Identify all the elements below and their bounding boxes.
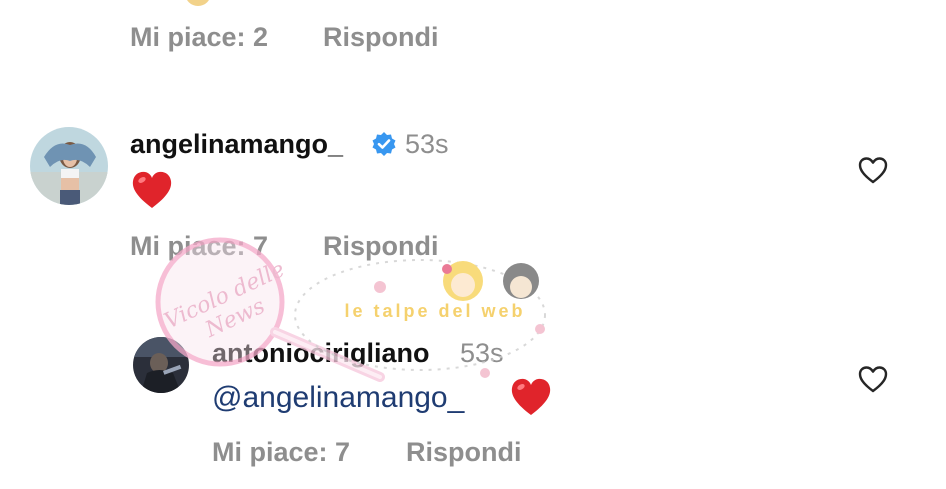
avatar-photo: [30, 127, 108, 205]
reply-button-previous[interactable]: Rispondi: [323, 22, 439, 53]
comment-username[interactable]: angelinamango_: [130, 129, 343, 160]
like-count-comment[interactable]: Mi piace: 7: [130, 231, 268, 262]
reply-button-reply[interactable]: Rispondi: [406, 437, 522, 468]
reply-button-comment[interactable]: Rispondi: [323, 231, 439, 262]
reply-username[interactable]: antoniocirigliano: [212, 338, 430, 369]
avatar-antoniocirigliano[interactable]: [133, 337, 189, 393]
verified-badge-icon: [371, 131, 397, 157]
comment-timestamp: 53s: [405, 129, 449, 159]
clipped-emoji: [185, 0, 211, 6]
red-heart-emoji-icon: [131, 170, 173, 210]
avatar-angelinamango[interactable]: [30, 127, 108, 205]
like-count-previous[interactable]: Mi piace: 2: [130, 22, 268, 53]
reply-timestamp: 53s: [460, 338, 504, 368]
like-count-reply[interactable]: Mi piace: 7: [212, 437, 350, 468]
like-heart-icon-reply[interactable]: [857, 364, 889, 396]
avatar-photo-reply: [133, 337, 189, 393]
watermark-text-right: le talpe del web: [344, 301, 526, 321]
red-heart-emoji-icon-reply: [510, 377, 552, 417]
reply-mention-link[interactable]: @angelinamango_: [212, 381, 464, 415]
like-heart-icon-comment[interactable]: [857, 155, 889, 187]
